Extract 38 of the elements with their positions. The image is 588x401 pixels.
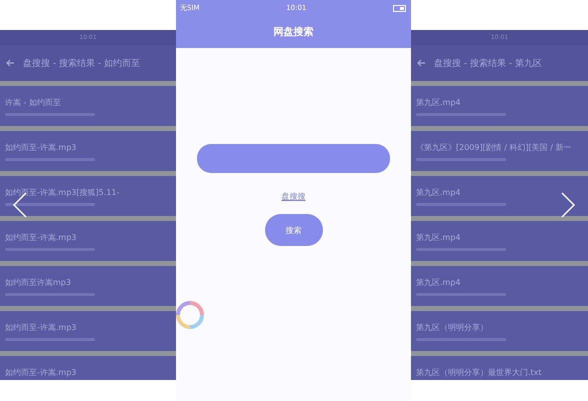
result-item[interactable]: 许嵩 - 如约而至 bbox=[0, 86, 176, 126]
result-item[interactable]: 第九区.mp4 bbox=[411, 176, 588, 216]
result-item[interactable]: 《第九区》[2009][剧情 / 科幻][美国 / 新一 bbox=[411, 131, 588, 171]
site-link[interactable]: 盘搜搜 bbox=[282, 191, 306, 202]
result-title: 如约而至-许嵩.mp3 bbox=[5, 232, 78, 242]
result-item[interactable]: 如约而至-许嵩.mp3 bbox=[0, 311, 176, 351]
result-title: 如约而至-许嵩.mp3 bbox=[5, 366, 78, 378]
result-item[interactable]: 第九区.mp4 bbox=[411, 221, 588, 261]
result-item[interactable]: 如约而至-许嵩.mp3 bbox=[0, 131, 176, 171]
result-item[interactable]: 如约而至-许嵩.mp3[搜狐]5.11- bbox=[0, 176, 176, 216]
result-item[interactable]: 如约而至-许嵩.mp3 bbox=[0, 356, 176, 380]
result-item[interactable]: 如约而至许嵩mp3 bbox=[0, 266, 176, 306]
result-title: 如约而至-许嵩.mp3 bbox=[5, 142, 78, 152]
result-title: 如约而至许嵩mp3 bbox=[5, 276, 72, 288]
result-item[interactable]: 第九区.mp4 bbox=[411, 86, 588, 126]
result-title: 如约而至-许嵩.mp3[搜狐]5.11- bbox=[5, 186, 120, 198]
result-title: 第九区.mp4 bbox=[416, 96, 462, 108]
result-title: 第九区（明明分享） bbox=[416, 322, 489, 332]
loading-spinner-icon bbox=[175, 300, 205, 330]
result-title: 第九区（明明分享）最世界大门.txt bbox=[416, 366, 543, 378]
result-item[interactable]: 第九区（明明分享）最世界大门.txt bbox=[411, 356, 588, 380]
header-title: 盘搜搜 - 搜索结果 - 第九区 bbox=[434, 58, 542, 70]
back-arrow-icon[interactable] bbox=[417, 59, 426, 67]
result-title: 第九区.mp4 bbox=[416, 276, 462, 288]
result-title: 《第九区》[2009][剧情 / 科幻][美国 / 新一 bbox=[416, 142, 573, 152]
header-title: 网盘搜索 bbox=[274, 26, 314, 39]
result-item[interactable]: 第九区.mp4 bbox=[411, 266, 588, 306]
search-field[interactable] bbox=[197, 144, 390, 173]
result-title: 第九区.mp4 bbox=[416, 186, 462, 198]
search-button[interactable]: 搜索 bbox=[264, 214, 322, 246]
battery-icon bbox=[393, 4, 407, 12]
result-item[interactable]: 如约而至-许嵩.mp3 bbox=[0, 221, 176, 261]
back-arrow-icon[interactable] bbox=[6, 59, 15, 67]
result-title: 第九区.mp4 bbox=[416, 232, 462, 242]
result-title: 如约而至-许嵩.mp3 bbox=[5, 322, 78, 332]
result-title: 许嵩 - 如约而至 bbox=[5, 96, 62, 108]
result-item[interactable]: 第九区（明明分享） bbox=[411, 311, 588, 351]
header-title: 盘搜搜 - 搜索结果 - 如约而至 bbox=[23, 58, 140, 70]
